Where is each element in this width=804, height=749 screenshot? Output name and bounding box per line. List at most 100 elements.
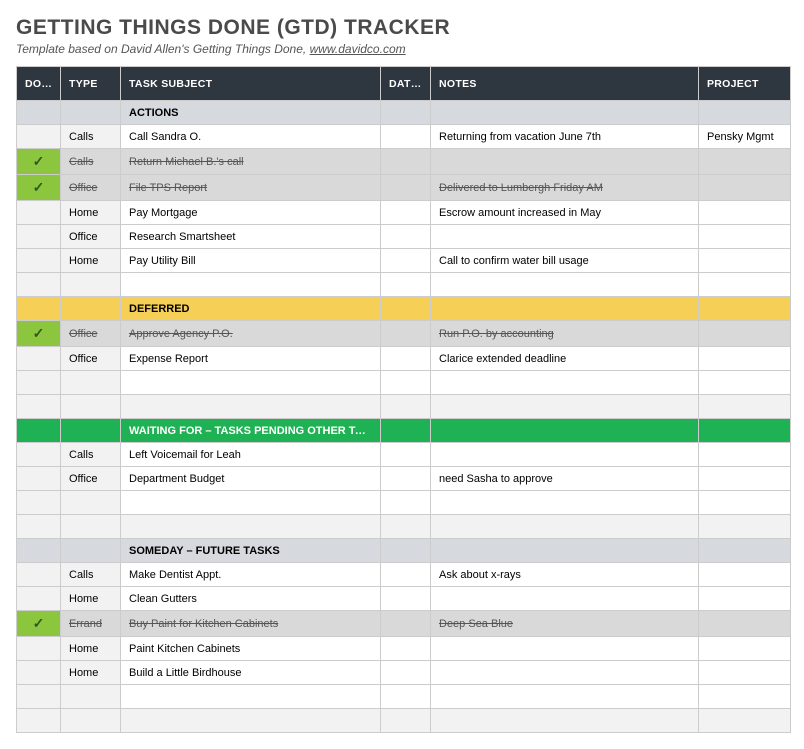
cell-project [699, 149, 791, 175]
cell-notes: Escrow amount increased in May [431, 201, 699, 225]
cell-due [381, 611, 431, 637]
cell-type: Calls [61, 563, 121, 587]
cell-done [17, 297, 61, 321]
table-row [17, 395, 791, 419]
cell-project [699, 371, 791, 395]
cell-due [381, 685, 431, 709]
cell-due [381, 491, 431, 515]
cell-type: Errand [61, 611, 121, 637]
cell-notes [431, 149, 699, 175]
cell-subject [121, 273, 381, 297]
subtitle-link[interactable]: www.davidco.com [310, 42, 406, 56]
cell-subject: DEFERRED [121, 297, 381, 321]
cell-done [17, 467, 61, 491]
col-type: TYPE [61, 67, 121, 101]
cell-type: Home [61, 201, 121, 225]
cell-due [381, 637, 431, 661]
cell-notes: Deep Sea Blue [431, 611, 699, 637]
table-row: WAITING FOR – TASKS PENDING OTHER TASKS [17, 419, 791, 443]
cell-project [699, 249, 791, 273]
cell-subject: Make Dentist Appt. [121, 563, 381, 587]
cell-type: Office [61, 225, 121, 249]
cell-project [699, 611, 791, 637]
cell-project [699, 273, 791, 297]
cell-done: ✓ [17, 611, 61, 637]
table-row [17, 371, 791, 395]
cell-project [699, 225, 791, 249]
cell-notes [431, 685, 699, 709]
cell-due [381, 587, 431, 611]
cell-subject [121, 709, 381, 733]
cell-done [17, 539, 61, 563]
cell-type: Office [61, 321, 121, 347]
cell-notes [431, 225, 699, 249]
cell-project [699, 297, 791, 321]
cell-done [17, 515, 61, 539]
table-row: ✓CallsReturn Michael B.'s call [17, 149, 791, 175]
cell-type [61, 515, 121, 539]
table-row: DEFERRED [17, 297, 791, 321]
cell-due [381, 443, 431, 467]
cell-done [17, 563, 61, 587]
cell-subject: WAITING FOR – TASKS PENDING OTHER TASKS [121, 419, 381, 443]
check-icon: ✓ [33, 615, 45, 631]
cell-type: Calls [61, 149, 121, 175]
table-row [17, 515, 791, 539]
table-row: ✓ ErrandBuy Paint for Kitchen Cabinets Dee… [17, 611, 791, 637]
table-row [17, 491, 791, 515]
cell-due [381, 539, 431, 563]
cell-due [381, 249, 431, 273]
cell-notes: Returning from vacation June 7th [431, 125, 699, 149]
cell-project [699, 395, 791, 419]
cell-type: Office [61, 175, 121, 201]
cell-notes [431, 297, 699, 321]
table-row [17, 709, 791, 733]
cell-done [17, 225, 61, 249]
table-row [17, 273, 791, 297]
subtitle: Template based on David Allen's Getting … [16, 42, 788, 56]
cell-project [699, 637, 791, 661]
cell-type: Home [61, 661, 121, 685]
table-row: SOMEDAY – FUTURE TASKS [17, 539, 791, 563]
cell-subject: Approve Agency P.O. [121, 321, 381, 347]
table-row: ✓OfficeFile TPS ReportDelivered to Lumbe… [17, 175, 791, 201]
cell-type: Calls [61, 125, 121, 149]
cell-subject: SOMEDAY – FUTURE TASKS [121, 539, 381, 563]
cell-type: Home [61, 587, 121, 611]
cell-due [381, 297, 431, 321]
cell-subject: Clean Gutters [121, 587, 381, 611]
cell-project [699, 321, 791, 347]
table-row: CallsMake Dentist Appt.Ask about x-rays [17, 563, 791, 587]
cell-due [381, 125, 431, 149]
cell-type: Home [61, 637, 121, 661]
cell-due [381, 709, 431, 733]
cell-project [699, 201, 791, 225]
cell-due [381, 467, 431, 491]
cell-notes [431, 587, 699, 611]
cell-done [17, 587, 61, 611]
col-project: PROJECT [699, 67, 791, 101]
cell-type [61, 297, 121, 321]
header-row: DONE TYPE TASK SUBJECT DATE DUE NOTES PR… [17, 67, 791, 101]
cell-due [381, 273, 431, 297]
cell-notes [431, 273, 699, 297]
subtitle-text: Template based on David Allen's Getting … [16, 42, 310, 56]
cell-subject: Buy Paint for Kitchen Cabinets [121, 611, 381, 637]
cell-subject: Pay Mortgage [121, 201, 381, 225]
cell-project [699, 467, 791, 491]
table-row: CallsLeft Voicemail for Leah [17, 443, 791, 467]
cell-subject [121, 685, 381, 709]
cell-type [61, 419, 121, 443]
cell-notes [431, 539, 699, 563]
cell-project [699, 587, 791, 611]
cell-done: ✓ [17, 149, 61, 175]
table-row: CallsCall Sandra O.Returning from vacati… [17, 125, 791, 149]
cell-done [17, 637, 61, 661]
cell-type [61, 685, 121, 709]
cell-type [61, 491, 121, 515]
table-row [17, 685, 791, 709]
cell-due [381, 175, 431, 201]
cell-type [61, 709, 121, 733]
cell-done [17, 395, 61, 419]
cell-due [381, 149, 431, 175]
